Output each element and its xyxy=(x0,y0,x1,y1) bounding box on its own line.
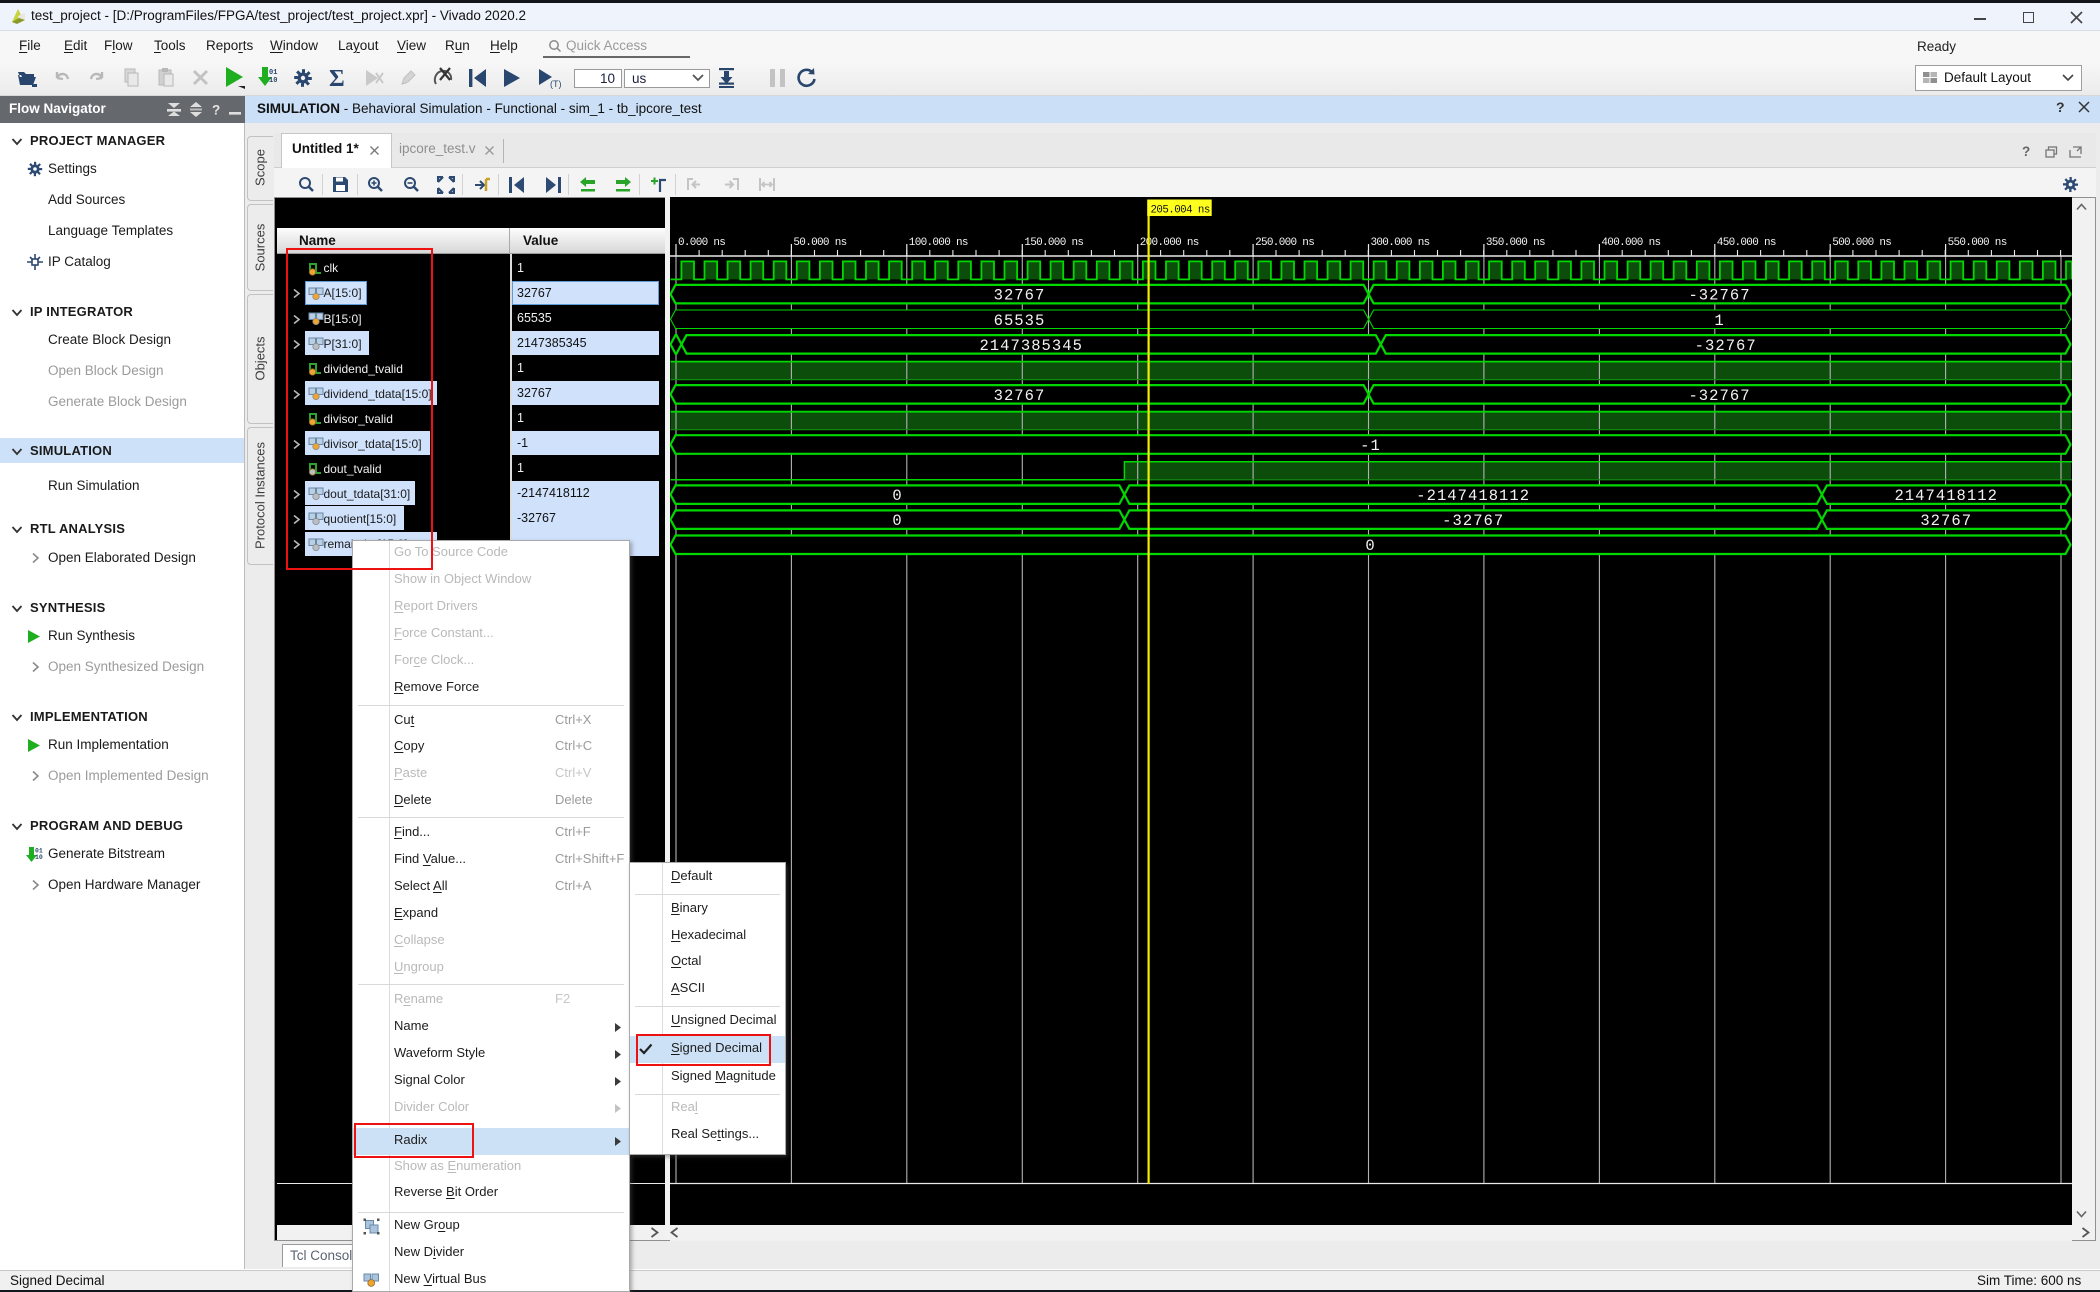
svg-text:400.000 ns: 400.000 ns xyxy=(1601,237,1660,249)
svg-text:(T): (T) xyxy=(550,79,562,89)
svg-text:550.000 ns: 550.000 ns xyxy=(1948,237,2007,249)
svg-text:2147418112: 2147418112 xyxy=(1894,487,1998,505)
svg-text:-32767: -32767 xyxy=(1688,287,1750,305)
svg-text:50.000 ns: 50.000 ns xyxy=(793,237,846,249)
svg-text:150.000 ns: 150.000 ns xyxy=(1024,237,1083,249)
svg-text:?: ? xyxy=(212,103,220,118)
svg-text:01: 01 xyxy=(269,69,277,77)
svg-text:32767: 32767 xyxy=(994,387,1046,405)
svg-text:10: 10 xyxy=(269,77,277,85)
svg-text:Σ: Σ xyxy=(329,66,345,90)
svg-text:0: 0 xyxy=(892,487,902,505)
svg-text:0: 0 xyxy=(1365,537,1375,555)
svg-text:10: 10 xyxy=(35,854,43,861)
svg-text:-32767: -32767 xyxy=(1695,337,1757,355)
svg-text:250.000 ns: 250.000 ns xyxy=(1255,237,1314,249)
svg-text:350.000 ns: 350.000 ns xyxy=(1486,237,1545,249)
svg-text:100.000 ns: 100.000 ns xyxy=(909,237,968,249)
svg-text:1: 1 xyxy=(1714,312,1724,330)
svg-text:32767: 32767 xyxy=(994,287,1046,305)
svg-text:300.000 ns: 300.000 ns xyxy=(1371,237,1430,249)
svg-text:0.000 ns: 0.000 ns xyxy=(678,237,725,249)
svg-text:450.000 ns: 450.000 ns xyxy=(1717,237,1776,249)
svg-text:-2147418112: -2147418112 xyxy=(1416,487,1530,505)
svg-text:65535: 65535 xyxy=(994,312,1046,330)
svg-text:0: 0 xyxy=(892,512,902,530)
svg-text:205.004 ns: 205.004 ns xyxy=(1151,205,1210,217)
svg-text:500.000 ns: 500.000 ns xyxy=(1832,237,1891,249)
svg-text:-1: -1 xyxy=(1360,437,1381,455)
svg-text:-32767: -32767 xyxy=(1688,387,1750,405)
svg-text:2147385345: 2147385345 xyxy=(979,337,1083,355)
svg-text:-32767: -32767 xyxy=(1442,512,1504,530)
svg-text:32767: 32767 xyxy=(1920,512,1972,530)
